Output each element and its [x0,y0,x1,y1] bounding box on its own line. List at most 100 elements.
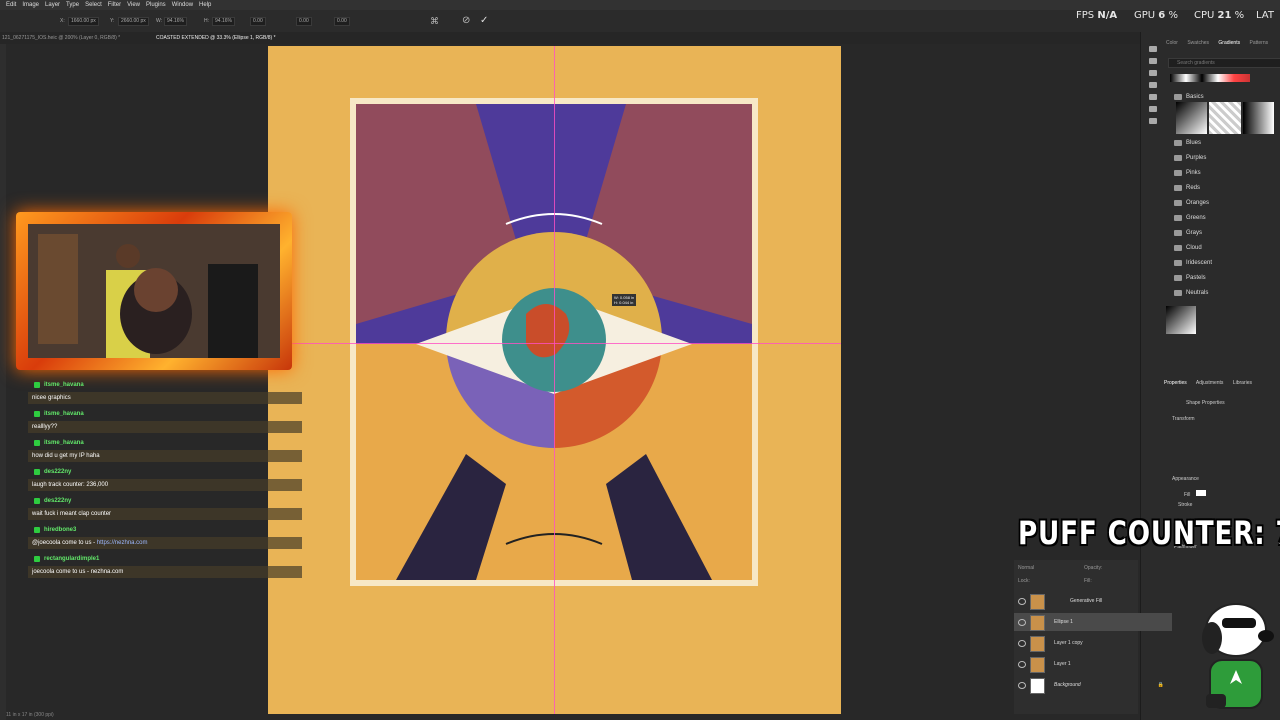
angle-field[interactable]: 0.00 [250,17,266,26]
h-skew-field[interactable]: 0.00 [296,17,312,26]
tab-properties[interactable]: Properties [1164,380,1187,386]
menu-type[interactable]: Type [66,2,79,8]
brush-icon[interactable] [1149,82,1157,88]
folder-icon [1174,200,1182,206]
h-field[interactable]: 94.16% [212,17,235,26]
menu-edit[interactable]: Edit [6,2,16,8]
warp-icon[interactable]: ⌘ [430,16,439,27]
lock-label: Lock: [1018,578,1030,584]
chat-text: laugh track counter: 236,000 [28,479,302,491]
folder-neutrals[interactable]: Neutrals [1168,286,1280,300]
chat-text: @joecoola come to us - https://nezhna.co… [28,537,302,549]
folder-cloud[interactable]: Cloud [1168,241,1280,255]
appearance-section[interactable]: Appearance [1172,476,1280,482]
tab-color[interactable]: Color [1166,40,1178,46]
document-tabs: 121_06271175_IOS.heic @ 200% (Layer 0, R… [0,32,1140,44]
visibility-eye-icon[interactable] [1018,640,1026,647]
character-icon[interactable] [1149,106,1157,112]
folder-icon [1174,260,1182,266]
visibility-eye-icon[interactable] [1018,682,1026,689]
gpu-value: 6 [1158,10,1166,21]
folder-grays[interactable]: Grays [1168,226,1280,240]
menu-window[interactable]: Window [172,2,193,8]
cancel-icon[interactable]: ⊘ [462,15,470,26]
w-field[interactable]: 94.16% [164,17,187,26]
menu-view[interactable]: View [127,2,140,8]
folder-icon [1174,155,1182,161]
y-field[interactable]: 2660.00 px [118,17,149,26]
tab-adjustments[interactable]: Adjustments [1196,380,1224,386]
gradient-swatch[interactable] [1242,102,1274,134]
folder-pastels[interactable]: Pastels [1168,271,1280,285]
x-field[interactable]: 1660.00 px [68,17,99,26]
gradient-search-input[interactable]: Search gradients [1168,58,1280,68]
play-icon[interactable] [1149,58,1157,64]
comment-icon[interactable] [1149,70,1157,76]
tab-heic[interactable]: 121_06271175_IOS.heic @ 200% (Layer 0, R… [2,35,120,41]
fill-swatch[interactable] [1195,490,1206,496]
chat-username: itsme_havana [34,438,84,449]
opacity-label: Opacity: [1084,565,1103,571]
layer-row[interactable]: Layer 1 [1014,655,1172,673]
menu-plugins[interactable]: Plugins [146,2,166,8]
mod-badge-icon [34,440,40,446]
visibility-eye-icon[interactable] [1018,661,1026,668]
chat-username: rectangulardimple1 [34,554,99,565]
folder-icon [1174,245,1182,251]
chat-message: rectangulardimple1 joecoola come to us -… [28,552,302,579]
transform-section[interactable]: Transform [1172,416,1280,422]
layer-row[interactable]: Ellipse 1 [1014,613,1172,631]
chat-message: itsme_havana how did u get my IP haha [28,436,302,463]
layers-panel: Normal Opacity: Lock: Fill: Generative F… [1014,560,1172,714]
layer-name: Layer 1 copy [1054,640,1083,646]
folder-iridescent[interactable]: Iridescent [1168,256,1280,270]
folder-icon [1174,275,1182,281]
tab-gradients[interactable]: Gradients [1218,40,1240,46]
mod-badge-icon [34,411,40,417]
visibility-eye-icon[interactable] [1018,619,1026,626]
folder-oranges[interactable]: Oranges [1168,196,1280,210]
mod-badge-icon [34,469,40,475]
blend-mode-select[interactable]: Normal [1018,565,1034,571]
chat-message: des222ny laugh track counter: 236,000 [28,465,302,492]
layer-row[interactable]: Generative Fill [1014,592,1172,610]
v-skew-field[interactable]: 0.00 [334,17,350,26]
gradient-swatch[interactable] [1209,102,1241,134]
menu-image[interactable]: Image [22,2,39,8]
tab-swatches[interactable]: Swatches [1187,40,1209,46]
layer-thumbnail [1030,636,1045,652]
mod-badge-icon [34,527,40,533]
folder-greens[interactable]: Greens [1168,211,1280,225]
layer-row[interactable]: Background 🔒 [1014,676,1172,694]
tab-patterns[interactable]: Patterns [1250,40,1269,46]
paragraph-icon[interactable] [1149,118,1157,124]
menu-help[interactable]: Help [199,2,211,8]
gradient-swatch[interactable] [1176,102,1208,134]
measure-tooltip: W: 0.058 in H: 0.044 in [612,294,637,306]
folder-reds[interactable]: Reds [1168,181,1280,195]
gpu-readout: GPU 6 % [1134,10,1178,21]
commit-icon[interactable]: ✓ [480,15,488,26]
menu-select[interactable]: Select [85,2,102,8]
tab-libraries[interactable]: Libraries [1233,380,1252,386]
document-canvas[interactable]: W: 0.058 in H: 0.044 in [268,46,841,714]
mod-badge-icon [34,556,40,562]
folder-purples[interactable]: Purples [1168,151,1280,165]
menu-layer[interactable]: Layer [45,2,60,8]
tab-coasted[interactable]: COASTED EXTENDED @ 33.3% (Ellipse 1, RGB… [156,35,276,41]
history-icon[interactable] [1149,46,1157,52]
cpu-value: 21 [1217,10,1232,21]
chat-link[interactable]: https://nezhna.com [97,540,148,546]
current-gradient-preview[interactable] [1166,306,1196,334]
fps-readout: FPS N/A [1076,10,1117,21]
folder-blues[interactable]: Blues [1168,136,1280,150]
folder-pinks[interactable]: Pinks [1168,166,1280,180]
adjust-icon[interactable] [1149,94,1157,100]
recent-gradients[interactable] [1170,74,1250,82]
layer-row[interactable]: Layer 1 copy [1014,634,1172,652]
visibility-eye-icon[interactable] [1018,598,1026,605]
chat-username: hiredbone3 [34,525,76,536]
menu-filter[interactable]: Filter [108,2,121,8]
y-label: Y: [110,18,115,24]
x-label: X: [60,18,65,24]
